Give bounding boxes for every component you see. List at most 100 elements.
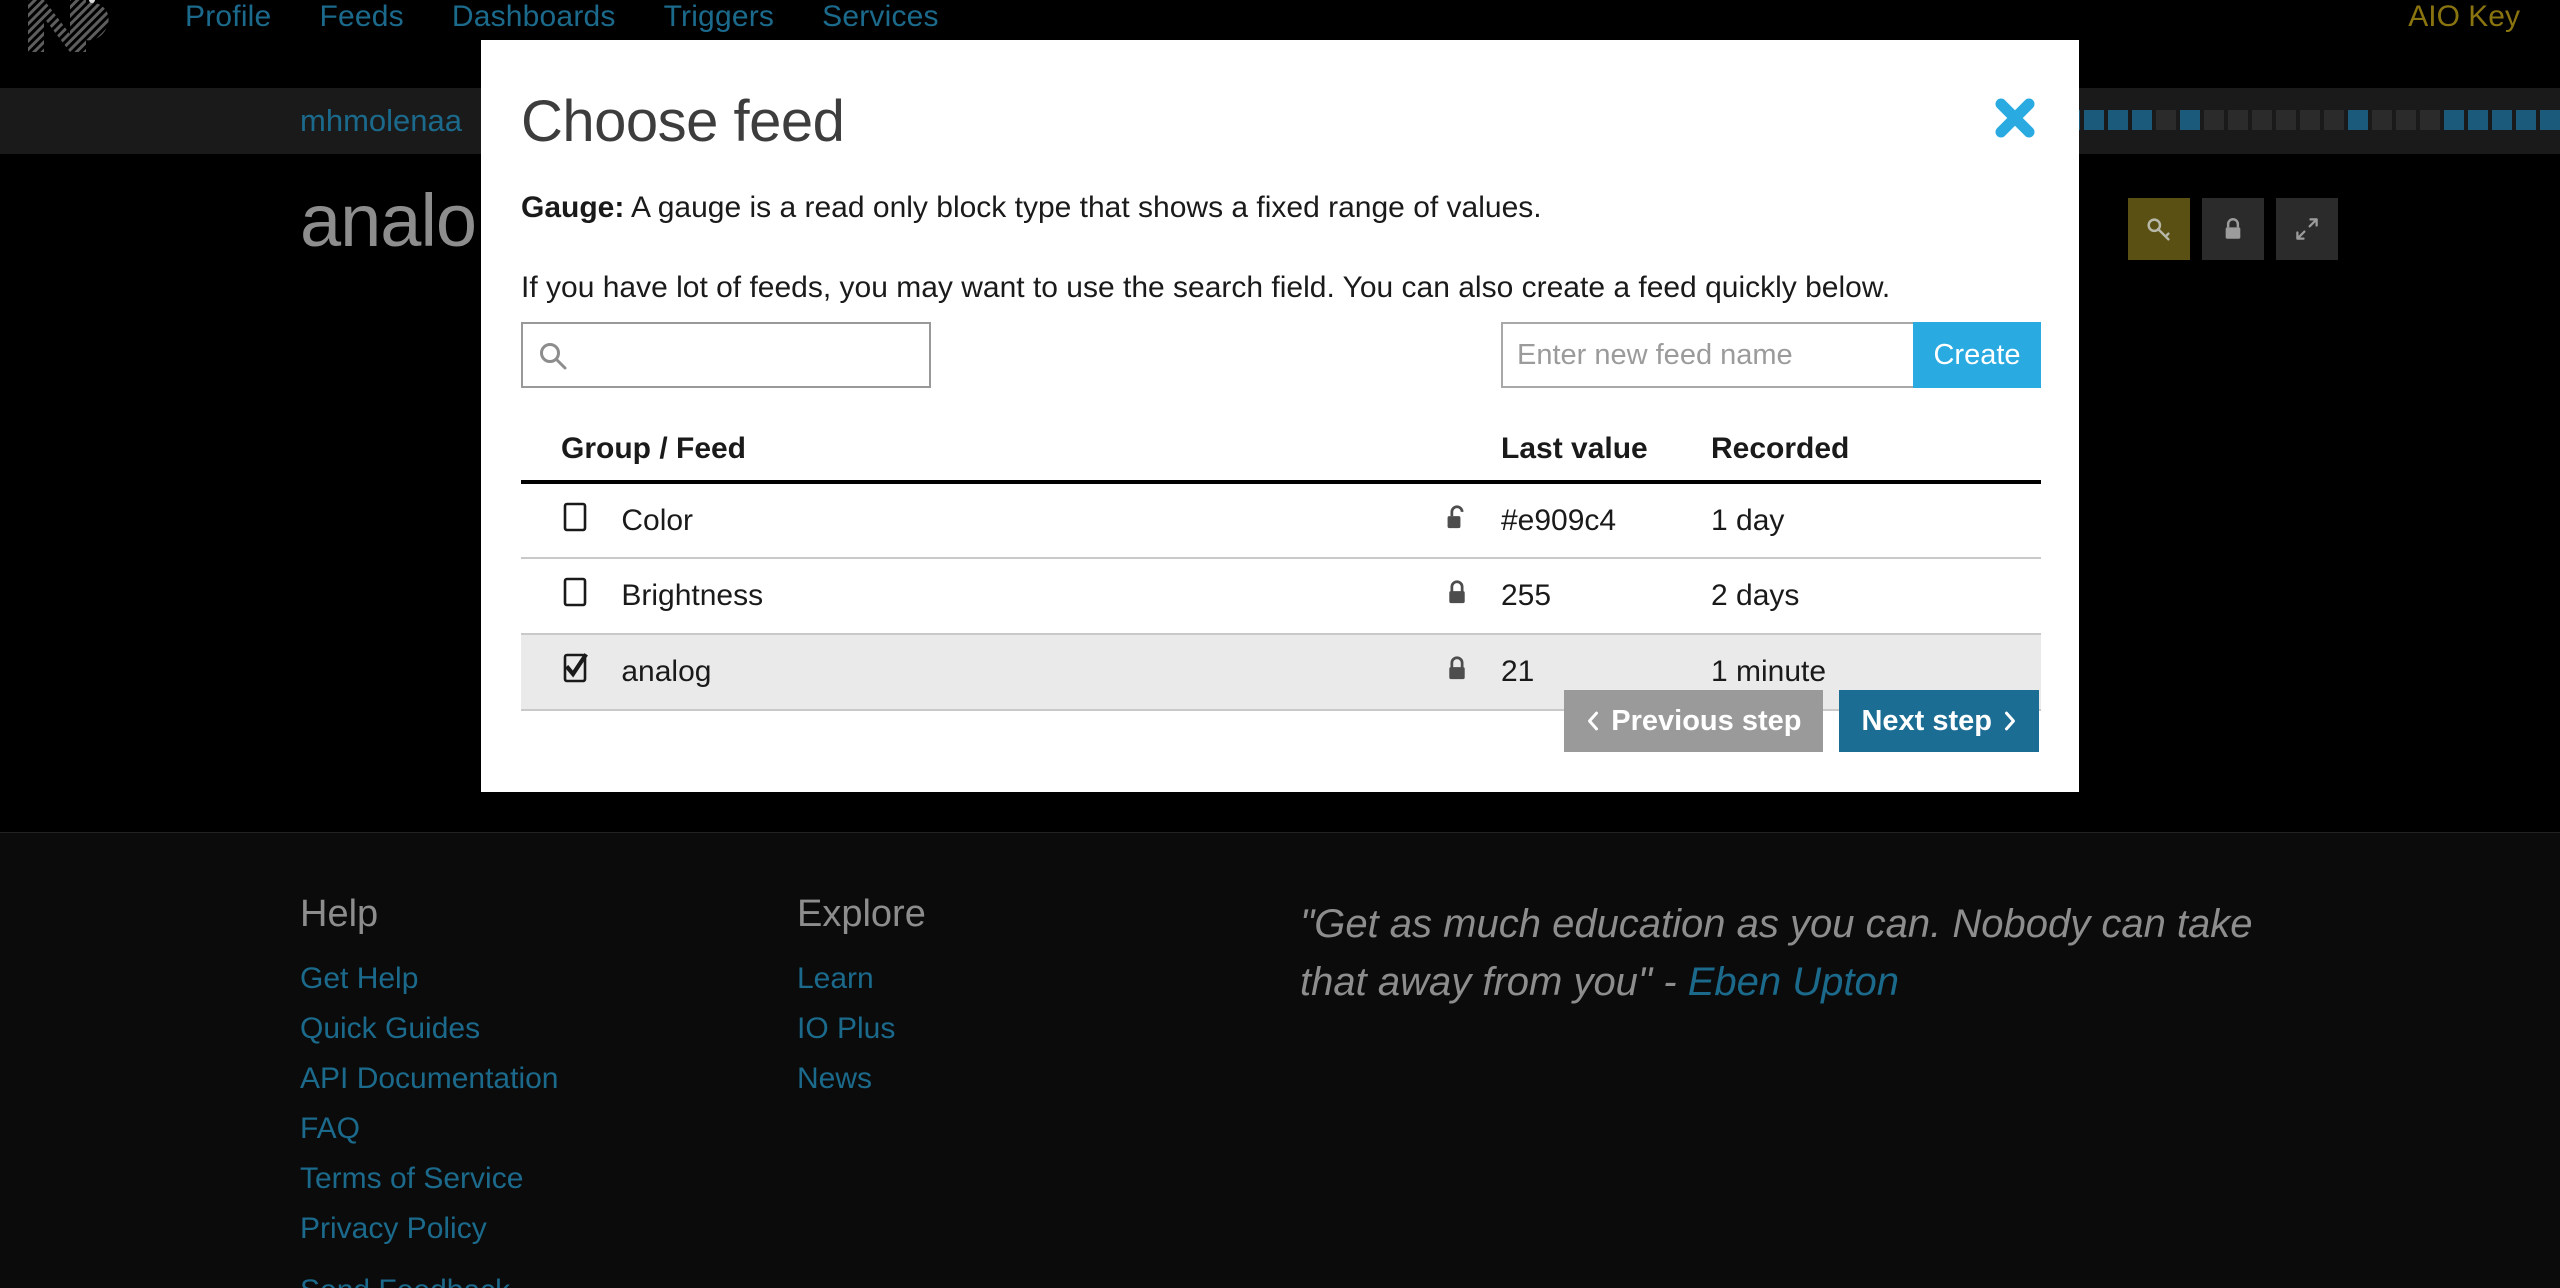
- cell-feed-name[interactable]: analog: [521, 633, 1445, 711]
- close-button[interactable]: [1989, 92, 2041, 144]
- feed-checkbox[interactable]: [561, 577, 591, 615]
- activity-dot: [2324, 110, 2344, 130]
- app-root: Profile Feeds Dashboards Triggers Servic…: [0, 0, 2560, 1288]
- modal-hint: If you have lot of feeds, you may want t…: [521, 271, 1891, 304]
- activity-dot: [2276, 110, 2296, 130]
- modal-actions: Previous step Next step: [1564, 690, 2039, 752]
- footer-quote: "Get as much education as you can. Nobod…: [1300, 895, 2300, 1011]
- table-row[interactable]: Color #e909c4 1 day: [521, 482, 2041, 559]
- page-title: analo: [300, 179, 477, 262]
- feed-checkbox[interactable]: [561, 653, 591, 691]
- lock-icon: [1449, 656, 1465, 680]
- footer-link-terms-of-service[interactable]: Terms of Service: [300, 1162, 558, 1196]
- activity-dot: [2516, 110, 2536, 130]
- footer-heading-help: Help: [300, 893, 379, 935]
- nav-link-profile[interactable]: Profile: [185, 0, 271, 34]
- search-input[interactable]: [575, 324, 927, 386]
- checkbox-checked-icon: [563, 653, 588, 683]
- activity-dot: [2348, 110, 2368, 130]
- key-icon: [2147, 218, 2170, 241]
- activity-dot: [2300, 110, 2320, 130]
- cell-recorded: 1 day: [1711, 482, 2041, 559]
- activity-dot: [2156, 110, 2176, 130]
- nav-right: AIO Key: [2408, 0, 2520, 34]
- activity-dot: [2420, 110, 2440, 130]
- footer-column-explore: Explore Learn IO Plus News: [797, 893, 926, 1112]
- column-header-lock-spacer: [1445, 432, 1501, 484]
- nav-link-services[interactable]: Services: [822, 0, 939, 34]
- unlock-icon: [1447, 504, 1464, 528]
- cell-lock: [1445, 558, 1501, 635]
- lock-icon: [2225, 218, 2241, 239]
- next-step-button[interactable]: Next step: [1839, 690, 2039, 752]
- column-header-last-value[interactable]: Last value: [1501, 432, 1711, 484]
- feed-name-label: Brightness: [621, 579, 764, 612]
- feed-table-header: Group / Feed Last value Recorded: [521, 432, 2041, 484]
- create-button[interactable]: Create: [1913, 322, 2041, 388]
- key-button[interactable]: [2128, 198, 2190, 260]
- page-toolbar: [2128, 198, 2338, 260]
- activity-dot: [2084, 110, 2104, 130]
- column-header-group-feed[interactable]: Group / Feed: [521, 432, 1445, 484]
- aio-key-button[interactable]: AIO Key: [2408, 0, 2520, 33]
- cell-lock: [1445, 634, 1501, 711]
- activity-dot: [2468, 110, 2488, 130]
- footer-quote-author[interactable]: Eben Upton: [1688, 960, 1899, 1004]
- modal-description-text: A gauge is a read only block type that s…: [624, 191, 1542, 224]
- activity-dot: [2492, 110, 2512, 130]
- activity-dot: [2132, 110, 2152, 130]
- footer-link-privacy-policy[interactable]: Privacy Policy: [300, 1212, 558, 1246]
- feed-name-label: Color: [621, 503, 694, 537]
- previous-step-label: Previous step: [1611, 704, 1802, 737]
- modal-title: Choose feed: [521, 89, 845, 154]
- feed-table: Group / Feed Last value Recorded Color #…: [521, 432, 2041, 711]
- activity-dot: [2396, 110, 2416, 130]
- nav-link-triggers[interactable]: Triggers: [664, 0, 775, 34]
- table-row[interactable]: Brightness 255 2 days: [521, 558, 2041, 635]
- lock-button[interactable]: [2202, 198, 2264, 260]
- search-field-wrapper[interactable]: [521, 322, 931, 388]
- lock-icon: [1449, 580, 1465, 604]
- activity-dot: [2108, 110, 2128, 130]
- site-footer: Help Get Help Quick Guides API Documenta…: [0, 832, 2560, 1288]
- footer-link-io-plus[interactable]: IO Plus: [797, 1012, 926, 1046]
- footer-link-send-feedback[interactable]: Send Feedback: [300, 1274, 558, 1288]
- modal-description-type: Gauge:: [521, 191, 625, 224]
- cell-last-value: 255: [1501, 558, 1711, 635]
- footer-link-quick-guides[interactable]: Quick Guides: [300, 1012, 558, 1046]
- activity-dot: [2540, 110, 2560, 130]
- adafruit-logo[interactable]: [22, 0, 118, 56]
- breadcrumb-user-link[interactable]: mhmolenaa: [300, 103, 462, 139]
- footer-link-api-documentation[interactable]: API Documentation: [300, 1062, 558, 1096]
- cell-last-value: #e909c4: [1501, 482, 1711, 559]
- activity-dot: [2444, 110, 2464, 130]
- cell-feed-name[interactable]: Brightness: [521, 558, 1445, 635]
- cell-lock: [1445, 482, 1501, 559]
- checkbox-unchecked-icon: [563, 502, 587, 531]
- nav-links: Profile Feeds Dashboards Triggers Servic…: [185, 0, 939, 34]
- expand-button[interactable]: [2276, 198, 2338, 260]
- create-feed-group: Create: [1501, 322, 2041, 388]
- next-step-label: Next step: [1861, 704, 1992, 737]
- column-header-recorded[interactable]: Recorded: [1711, 432, 2041, 484]
- activity-dot: [2252, 110, 2272, 130]
- cell-feed-name[interactable]: Color: [521, 482, 1445, 559]
- modal-description: Gauge: A gauge is a read only block type…: [521, 188, 2021, 227]
- footer-heading-explore: Explore: [797, 893, 926, 935]
- activity-dot: [2228, 110, 2248, 130]
- footer-link-faq[interactable]: FAQ: [300, 1112, 558, 1146]
- close-icon: [1995, 98, 2035, 138]
- new-feed-name-input[interactable]: [1501, 322, 1913, 388]
- search-icon: [537, 340, 569, 372]
- chevron-left-icon: [1588, 711, 1599, 731]
- previous-step-button[interactable]: Previous step: [1564, 690, 1824, 752]
- nav-link-dashboards[interactable]: Dashboards: [452, 0, 616, 34]
- feed-checkbox[interactable]: [561, 502, 591, 540]
- activity-dots-strip: [2012, 110, 2560, 130]
- footer-link-get-help[interactable]: Get Help: [300, 962, 558, 996]
- footer-link-learn[interactable]: Learn: [797, 962, 926, 996]
- nav-link-feeds[interactable]: Feeds: [319, 0, 403, 34]
- feed-name-label: analog: [621, 655, 712, 688]
- footer-link-news[interactable]: News: [797, 1062, 926, 1096]
- chevron-right-icon: [2005, 711, 2015, 731]
